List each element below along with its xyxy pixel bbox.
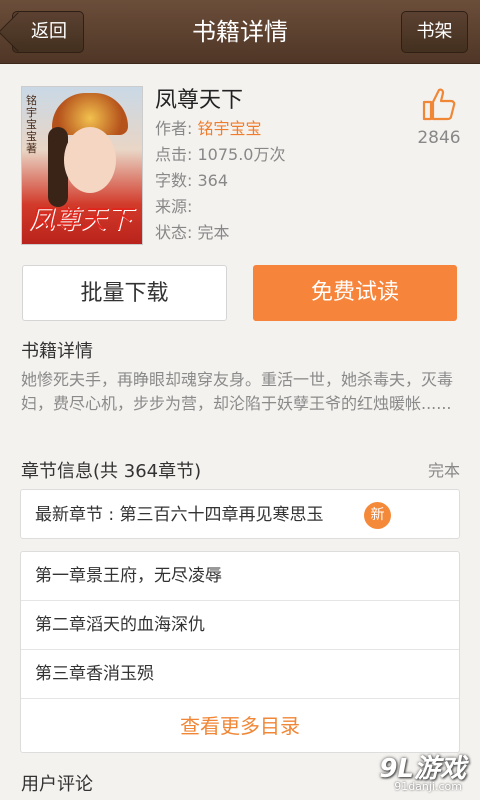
author-link[interactable]: 铭宇宝宝 [197,119,261,138]
thumbs-up-icon [422,88,456,121]
chapter-list-item[interactable]: 第二章滔天的血海深仇 [21,601,459,650]
chapter-list: 第一章景王府，无尽凌辱 第二章滔天的血海深仇 第三章香消玉殒 查看更多目录 [20,551,460,753]
book-description: 她惨死夫手，再睁眼却魂穿友身。重活一世，她杀毒夫，灭毒妇，费尽心机，步步为营，却… [21,370,454,413]
book-status: 状态: 完本 [155,223,230,242]
back-button-label: 返回 [31,21,67,42]
reviews-heading: 用户评论 [21,774,93,795]
free-read-button[interactable]: 免费试读 [253,265,457,321]
chapter-list-item[interactable]: 第一章景王府，无尽凌辱 [21,552,459,601]
latest-chapter-row[interactable]: 最新章节 : 第三百六十四章再见寒思玉 新 [20,489,460,539]
book-clicks: 点击: 1075.0万次 [155,145,286,164]
back-button[interactable]: 返回 [12,11,84,53]
details-heading: 书籍详情 [21,341,93,362]
latest-chapter-title: 最新章节 : 第三百六十四章再见寒思玉 [35,505,324,525]
book-cover-image[interactable]: 铭宇宝宝 著 凤尊天下 [21,86,143,245]
chapters-heading: 章节信息(共 364章节) [21,461,202,482]
book-title: 凤尊天下 [155,88,244,113]
chapters-status: 完本 [427,461,460,480]
book-author-row: 作者: 铭宇宝宝 [155,116,285,142]
like-button[interactable]: 2846 [416,86,462,148]
bookshelf-button[interactable]: 书架 [401,11,468,53]
book-info: 凤尊天下 作者: 铭宇宝宝 点击: 1075.0万次 字数: 364 来源: 状… [155,86,285,246]
chapter-list-item[interactable]: 第三章香消玉殒 [21,650,459,699]
watermark-url: 91danji.com [394,780,462,793]
book-source: 来源: [155,197,193,216]
top-nav-bar: 书籍详情 返回 书架 [0,0,480,64]
like-count: 2846 [417,128,461,148]
cover-title-text: 凤尊天下 [28,205,133,235]
view-more-chapters-link[interactable]: 查看更多目录 [21,699,459,753]
book-word-count: 字数: 364 [155,171,229,190]
batch-download-button[interactable]: 批量下载 [22,265,227,321]
new-badge: 新 [364,502,391,529]
cover-face-art [64,127,116,193]
author-label: 作者: [155,119,198,138]
cover-author-text: 铭宇宝宝 著 [26,94,37,155]
